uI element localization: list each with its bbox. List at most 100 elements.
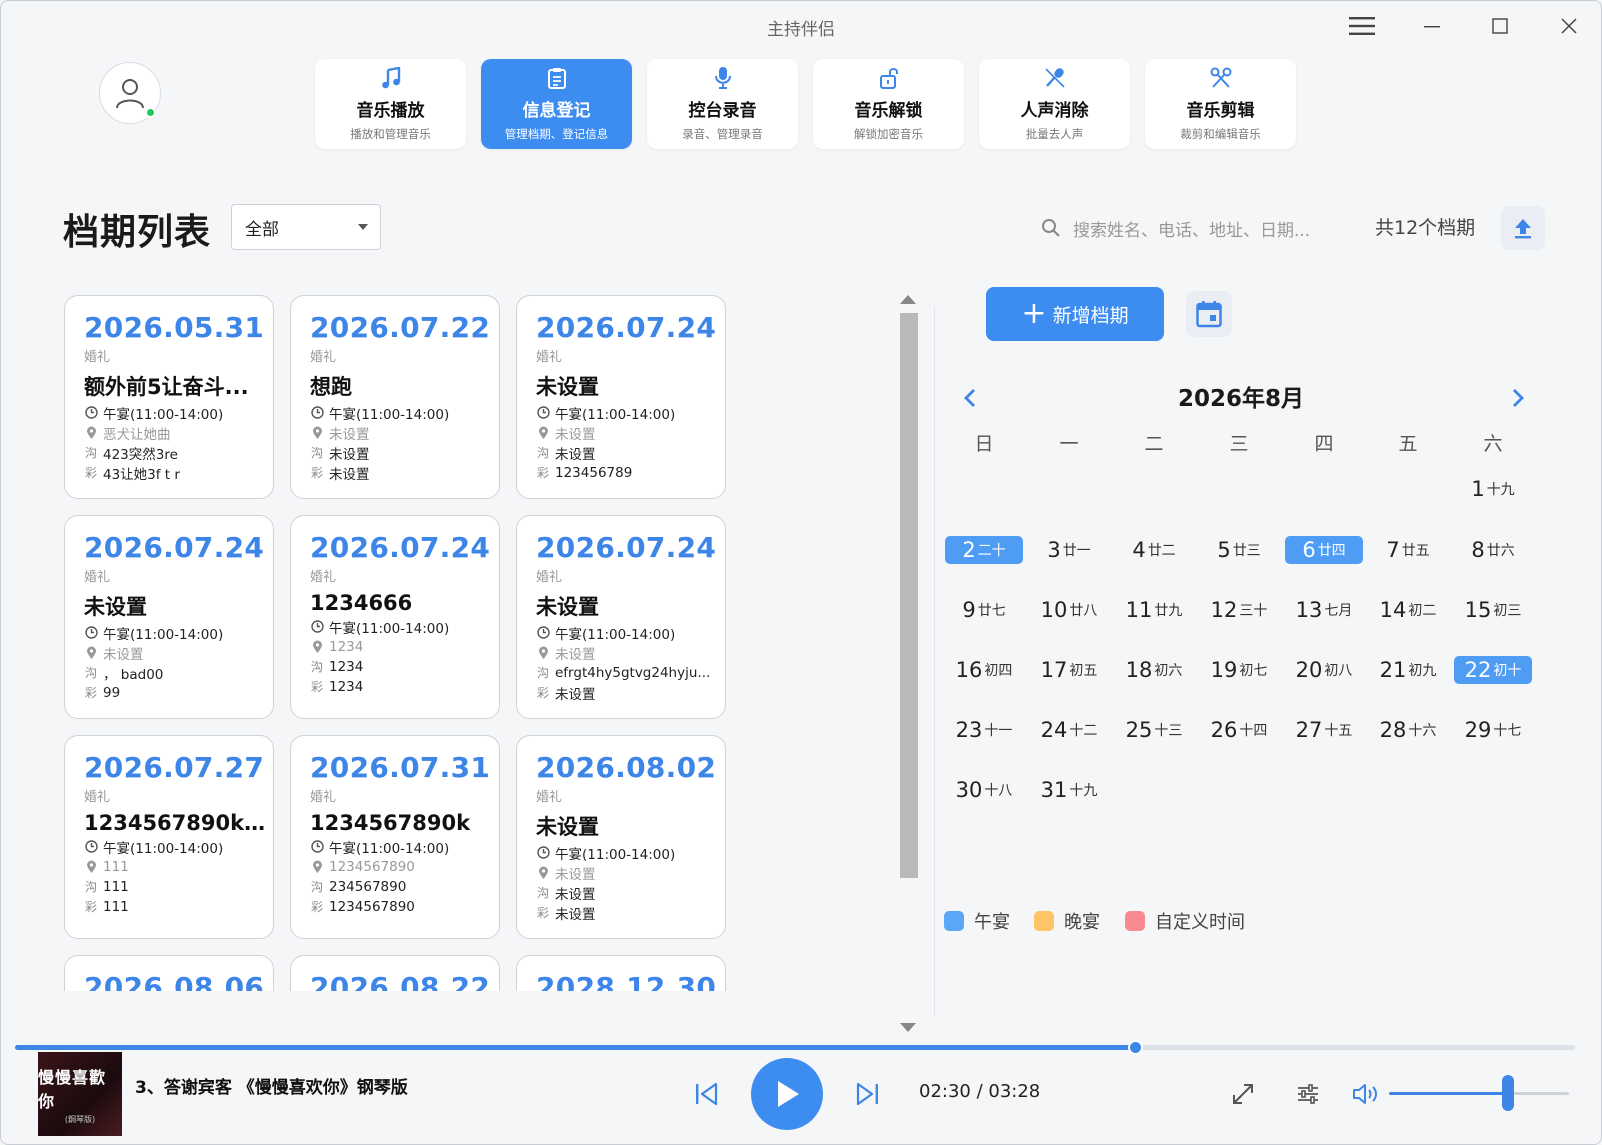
schedule-card[interactable]: 2026.07.24 婚礼 未设置 午宴(11:00-14:00) 未设置沟 efrgt4… — [516, 515, 726, 719]
card-date: 2026.08.02 — [536, 751, 717, 784]
calendar-day[interactable]: 26 十四 — [1200, 716, 1278, 744]
card-time: 午宴(11:00-14:00) — [555, 406, 676, 423]
calendar-day[interactable]: 31 十九 — [1030, 776, 1108, 804]
calendar-day[interactable]: 7 廿五 — [1369, 536, 1447, 564]
tab-subtitle: 解锁加密音乐 — [854, 127, 923, 141]
card-info-row: 彩 1234 — [310, 678, 499, 695]
location-pin-icon — [84, 860, 98, 874]
calendar-day[interactable]: 13 七月 — [1285, 596, 1363, 624]
location-pin-icon — [536, 866, 550, 880]
card-info-row: 未设置 — [536, 644, 725, 663]
calendar-day[interactable]: 4 廿二 — [1115, 536, 1193, 564]
avatar[interactable] — [99, 62, 161, 124]
schedule-card[interactable]: 2026.07.22 婚礼 想跑 午宴(11:00-14:00) 未设置沟未设置彩未设置 — [290, 295, 500, 499]
card-info-row: 午宴(11:00-14:00) — [536, 404, 725, 423]
menu-icon[interactable] — [1344, 11, 1380, 41]
calendar-day-number: 13 — [1295, 598, 1323, 622]
schedule-filter-select[interactable]: 全部 — [231, 204, 381, 250]
tab-console-record[interactable]: 控台录音 录音、管理录音 — [647, 59, 798, 149]
schedule-card[interactable]: 2026.07.24 婚礼 未设置 午宴(11:00-14:00) 未设置沟， bad0… — [64, 515, 274, 719]
tab-music-edit[interactable]: 音乐剪辑 裁剪和编辑音乐 — [1145, 59, 1296, 149]
calendar-day[interactable]: 5 廿三 — [1200, 536, 1278, 564]
card-event-type: 婚礼 — [536, 790, 563, 805]
calendar-day[interactable]: 23 十一 — [945, 716, 1023, 744]
schedule-card[interactable]: 2026.07.24 婚礼 1234666 午宴(11:00-14:00) 1234 沟 1… — [290, 515, 500, 719]
calendar-day[interactable]: 17 初五 — [1030, 656, 1108, 684]
calendar-day-number: 18 — [1125, 658, 1153, 682]
volume-handle[interactable] — [1501, 1075, 1514, 1111]
calendar-lunar-date: 十九 — [1486, 482, 1515, 498]
calendar-day[interactable]: 1 十九 — [1454, 475, 1532, 503]
close-icon[interactable] — [1551, 11, 1587, 41]
card-client-name: 未设置 — [536, 375, 599, 399]
schedule-card[interactable]: 2026.05.31 婚礼 额外前5让奋斗... 午宴(11:00-14:00) 恶犬让… — [64, 295, 274, 499]
tab-info-register[interactable]: 信息登记 管理档期、登记信息 — [481, 59, 632, 149]
next-track-icon[interactable] — [853, 1079, 883, 1109]
calendar-day[interactable]: 2 二十 — [945, 536, 1023, 564]
tab-music-play[interactable]: 音乐播放 播放和管理音乐 — [315, 59, 466, 149]
expand-icon[interactable] — [1228, 1079, 1258, 1109]
calendar-day[interactable]: 19 初七 — [1200, 656, 1278, 684]
tab-vocal-remove[interactable]: 人声消除 批量去人声 — [979, 59, 1130, 149]
minimize-icon[interactable] — [1414, 11, 1450, 41]
calendar-day[interactable]: 27 十五 — [1285, 716, 1363, 744]
tab-subtitle: 播放和管理音乐 — [350, 127, 431, 141]
schedule-card[interactable]: 2026.08.22 — [290, 955, 500, 991]
calendar-day[interactable]: 8 廿六 — [1454, 536, 1532, 564]
previous-track-icon[interactable] — [691, 1079, 721, 1109]
calendar-day[interactable]: 21 初九 — [1369, 656, 1447, 684]
calendar-lunar-date: 初八 — [1324, 663, 1353, 679]
calendar-day[interactable]: 9 廿七 — [945, 596, 1023, 624]
tab-subtitle: 裁剪和编辑音乐 — [1180, 127, 1261, 141]
tab-music-unlock[interactable]: 音乐解锁 解锁加密音乐 — [813, 59, 964, 149]
calendar-day[interactable]: 29 十七 — [1454, 716, 1532, 744]
schedule-card[interactable]: 2026.08.02 婚礼 未设置 午宴(11:00-14:00) 未设置沟未设置彩未设… — [516, 735, 726, 939]
playback-progress-bar[interactable] — [15, 1040, 1575, 1055]
calendar-weekday: 四 — [1314, 433, 1334, 455]
play-icon — [778, 1081, 799, 1107]
calendar-day[interactable]: 24 十二 — [1030, 716, 1108, 744]
equalizer-icon[interactable] — [1293, 1079, 1323, 1109]
calendar-next-month-icon[interactable] — [1511, 386, 1525, 416]
card-info-row: 沟 423突然3re — [84, 444, 273, 463]
schedule-card[interactable]: 2026.07.31 婚礼 1234567890k 午宴(11:00-14:00) 12… — [290, 735, 500, 939]
schedule-card[interactable]: 2028.12.30 — [516, 955, 726, 991]
scroll-up-arrow-icon[interactable] — [900, 295, 916, 304]
calendar-view-button[interactable] — [1186, 291, 1232, 337]
schedule-card[interactable]: 2026.07.24 婚礼 未设置 午宴(11:00-14:00) 未设置沟未设置彩 12… — [516, 295, 726, 499]
schedule-card[interactable]: 2026.08.06 — [64, 955, 274, 991]
album-cover: 慢慢喜歡你 (鋼琴版) — [38, 1052, 122, 1136]
calendar-day[interactable]: 22 初十 — [1454, 656, 1532, 684]
calendar-prev-month-icon[interactable] — [963, 386, 977, 416]
calendar-day[interactable]: 28 十六 — [1369, 716, 1447, 744]
volume-icon[interactable] — [1350, 1079, 1382, 1109]
clock-icon — [536, 626, 550, 640]
add-schedule-button[interactable]: + 新增档期 — [986, 287, 1164, 341]
calendar-day[interactable]: 16 初四 — [945, 656, 1023, 684]
upload-button[interactable] — [1501, 206, 1545, 250]
calendar-day[interactable]: 11 廿九 — [1115, 596, 1193, 624]
scroll-down-arrow-icon[interactable] — [900, 1023, 916, 1032]
maximize-icon[interactable] — [1482, 11, 1518, 41]
calendar-day[interactable]: 30 十八 — [945, 776, 1023, 804]
calendar-day[interactable]: 10 廿八 — [1030, 596, 1108, 624]
calendar-day[interactable]: 6 廿四 — [1285, 536, 1363, 564]
calendar-day[interactable]: 3 廿一 — [1030, 536, 1108, 564]
calendar-day[interactable]: 12 三十 — [1200, 596, 1278, 624]
search-input[interactable]: 搜索姓名、电话、地址、日期... — [1041, 213, 1341, 243]
calendar-day[interactable]: 15 初三 — [1454, 596, 1532, 624]
calendar-day-number: 27 — [1295, 718, 1323, 742]
calendar-day[interactable]: 14 初二 — [1369, 596, 1447, 624]
play-button[interactable] — [751, 1058, 823, 1130]
calendar-day-number: 6 — [1302, 538, 1316, 562]
calendar-day[interactable]: 25 十三 — [1115, 716, 1193, 744]
clock-icon — [310, 406, 324, 420]
calendar-day[interactable]: 18 初六 — [1115, 656, 1193, 684]
progress-handle[interactable] — [1128, 1040, 1144, 1055]
volume-slider[interactable] — [1389, 1092, 1569, 1095]
scrollbar-thumb[interactable] — [900, 313, 918, 878]
calendar-day-number: 25 — [1125, 718, 1153, 742]
card-info-row: 彩 111 — [84, 898, 273, 915]
calendar-day[interactable]: 20 初八 — [1285, 656, 1363, 684]
schedule-card[interactable]: 2026.07.27 婚礼 1234567890kkk 午宴(11:00-14:00)… — [64, 735, 274, 939]
